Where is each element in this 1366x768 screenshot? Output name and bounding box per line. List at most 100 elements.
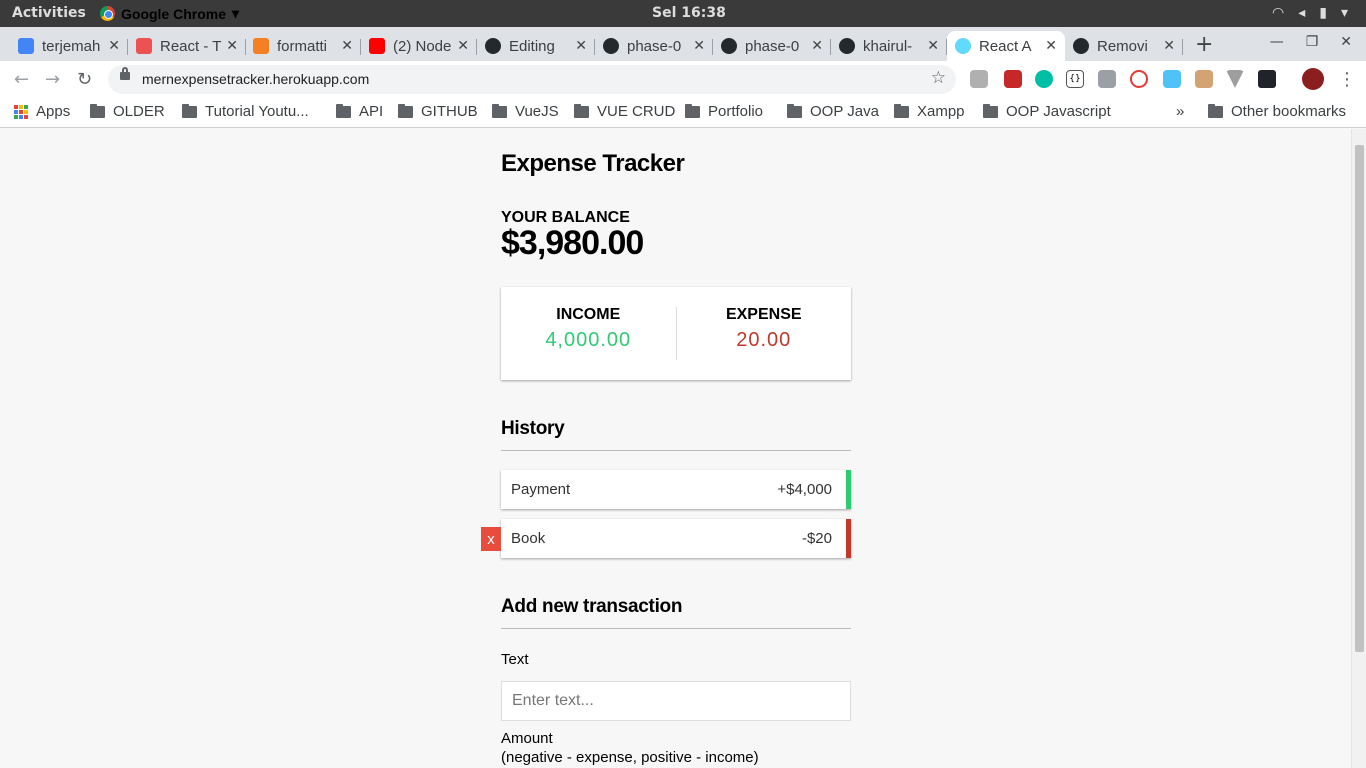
- app-menu[interactable]: Google Chrome ▾: [100, 5, 450, 22]
- transaction-text: Book: [511, 530, 546, 547]
- text-input[interactable]: [501, 681, 851, 721]
- income-value: 4,000.00: [545, 329, 632, 351]
- extension-icon[interactable]: [1130, 70, 1148, 88]
- list-item[interactable]: x Book -$20: [481, 519, 851, 558]
- address-bar[interactable]: mernexpensetracker.herokuapp.com ☆: [108, 65, 956, 94]
- bookmark-folder[interactable]: VueJS: [492, 103, 559, 120]
- bookmark-folder[interactable]: OLDER: [90, 103, 165, 120]
- back-icon[interactable]: ←: [14, 69, 29, 90]
- minimize-icon[interactable]: —: [1270, 34, 1284, 50]
- browser-tab[interactable]: React - T ✕: [128, 31, 246, 61]
- bookmark-folder[interactable]: OOP Java: [787, 103, 879, 120]
- json-extension-icon[interactable]: {}: [1066, 70, 1084, 88]
- browser-tab[interactable]: phase-0 ✕: [713, 31, 831, 61]
- bookmark-apps[interactable]: Apps: [14, 103, 70, 120]
- react-devtools-icon[interactable]: [1258, 70, 1276, 88]
- extension-icon[interactable]: [970, 70, 988, 88]
- system-menu-icon: ▾: [1340, 5, 1348, 21]
- bookmark-folder[interactable]: Xampp: [894, 103, 965, 120]
- close-tab-icon[interactable]: ✕: [457, 37, 469, 54]
- bookmarks-bar: Apps OLDER Tutorial Youtu... API GITHUB VueJS…: [0, 97, 1366, 128]
- tab-title: Editing: [509, 37, 555, 55]
- bookmark-folder[interactable]: Tutorial Youtu...: [182, 103, 309, 120]
- bookmark-label: Tutorial Youtu...: [205, 103, 309, 120]
- close-tab-icon[interactable]: ✕: [108, 37, 120, 54]
- expense-label: EXPENSE: [725, 306, 802, 323]
- bookmark-folder[interactable]: GITHUB: [398, 103, 478, 120]
- close-icon[interactable]: ✕: [1340, 34, 1352, 50]
- bookmark-label: Apps: [36, 103, 71, 120]
- menu-icon[interactable]: ⋮: [1338, 69, 1356, 90]
- stackoverflow-icon: [253, 38, 269, 54]
- tab-title: khairul-: [863, 37, 913, 55]
- folder-icon: [1208, 103, 1223, 118]
- browser-tab[interactable]: Removi ✕: [1065, 31, 1183, 61]
- avatar[interactable]: [1302, 68, 1324, 90]
- close-tab-icon[interactable]: ✕: [811, 37, 823, 54]
- extension-icon[interactable]: [1195, 70, 1213, 88]
- close-tab-icon[interactable]: ✕: [693, 37, 705, 54]
- tab-title: terjemah: [42, 37, 101, 55]
- amount-field-label: Amount: [501, 730, 553, 747]
- tab-title: formatti: [277, 37, 328, 55]
- close-tab-icon[interactable]: ✕: [226, 37, 238, 54]
- browser-tab[interactable]: (2) Node ✕: [361, 31, 477, 61]
- expense-section: EXPENSE 20.00: [677, 287, 852, 380]
- bookmark-folder[interactable]: OOP Javascript: [983, 103, 1111, 120]
- page-title: Expense Tracker: [501, 150, 685, 177]
- bookmark-label: OOP Javascript: [1006, 103, 1111, 120]
- vue-devtools-icon[interactable]: [1226, 70, 1244, 88]
- browser-tab[interactable]: phase-0 ✕: [595, 31, 713, 61]
- activities-button[interactable]: Activities: [12, 5, 86, 21]
- browser-tab[interactable]: formatti ✕: [245, 31, 361, 61]
- more-bookmarks-icon[interactable]: »: [1176, 103, 1184, 120]
- os-top-bar: Activities Google Chrome ▾ Sel 16:38 ◠ ◂…: [0, 0, 1366, 27]
- clock[interactable]: Sel 16:38: [652, 5, 726, 21]
- reload-icon[interactable]: ↻: [77, 69, 92, 90]
- list-item[interactable]: Payment +$4,000: [501, 470, 851, 509]
- bookmark-folder[interactable]: Other bookmarks: [1208, 103, 1346, 120]
- bookmark-star-icon[interactable]: ☆: [931, 68, 946, 88]
- transaction-amount: -$20: [801, 530, 832, 547]
- browser-tab[interactable]: terjemah ✕: [10, 31, 128, 61]
- github-icon: [485, 38, 501, 54]
- restore-icon[interactable]: ❐: [1306, 34, 1319, 50]
- camera-extension-icon[interactable]: [1098, 70, 1116, 88]
- close-tab-icon[interactable]: ✕: [927, 37, 939, 54]
- income-section: INCOME 4,000.00: [501, 287, 676, 380]
- bookmark-label: Xampp: [917, 103, 965, 120]
- browser-tab[interactable]: khairul- ✕: [831, 31, 947, 61]
- delete-button[interactable]: x: [481, 527, 501, 551]
- close-tab-icon[interactable]: ✕: [1045, 37, 1057, 54]
- browser-toolbar: ← → ↻ mernexpensetracker.herokuapp.com ☆…: [0, 61, 1366, 97]
- folder-icon: [182, 103, 197, 118]
- browser-tab[interactable]: Editing ✕: [477, 31, 595, 61]
- expense-value: 20.00: [736, 329, 792, 351]
- extension-icon[interactable]: [1163, 70, 1181, 88]
- github-icon: [1073, 38, 1089, 54]
- browser-tab[interactable]: React A ✕: [947, 31, 1065, 61]
- bookmark-folder[interactable]: Portfolio: [685, 103, 763, 120]
- amount-hint: (negative - expense, positive - income): [501, 749, 759, 766]
- react-icon: [955, 38, 971, 54]
- close-tab-icon[interactable]: ✕: [341, 37, 353, 54]
- system-tray[interactable]: ◠ ◂ ▮ ▾: [1272, 5, 1348, 21]
- transaction-text: Payment: [511, 481, 571, 498]
- close-tab-icon[interactable]: ✕: [575, 37, 587, 54]
- transaction-amount: +$4,000: [777, 481, 832, 498]
- close-tab-icon[interactable]: ✕: [1163, 37, 1175, 54]
- dropdown-icon: ▾: [232, 5, 240, 21]
- window-controls: — ❐ ✕: [1270, 34, 1352, 50]
- wifi-icon: ◠: [1272, 5, 1285, 21]
- new-tab-button[interactable]: +: [1195, 32, 1213, 57]
- scrollbar-thumb[interactable]: [1355, 145, 1364, 652]
- tab-title: (2) Node: [393, 37, 452, 55]
- bookmark-folder[interactable]: API: [336, 103, 383, 120]
- extension-icon[interactable]: [1004, 70, 1022, 88]
- scrollbar[interactable]: [1351, 129, 1366, 768]
- folder-icon: [336, 103, 351, 118]
- extension-icon[interactable]: [1035, 70, 1053, 88]
- bookmark-folder[interactable]: VUE CRUD: [574, 103, 675, 120]
- bookmark-label: VUE CRUD: [597, 103, 676, 120]
- forward-icon[interactable]: →: [45, 69, 60, 90]
